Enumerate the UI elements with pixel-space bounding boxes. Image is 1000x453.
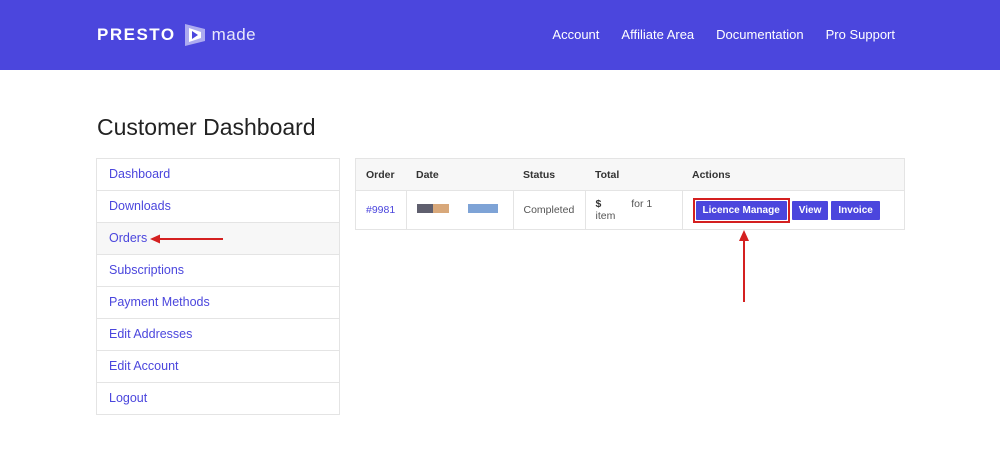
order-number-link[interactable]: #9981 [366,204,395,216]
annotation-arrow-left-icon [150,234,223,244]
nav-account[interactable]: Account [552,27,599,42]
licence-manage-button[interactable]: Licence Manage [695,200,787,220]
sidebar-item-downloads[interactable]: Downloads [97,191,339,223]
orders-table: Order Date Status Total Actions #9981 Co… [355,158,905,230]
sidebar-item-subscriptions[interactable]: Subscriptions [97,255,339,287]
presto-made-logo[interactable]: PRESTO made [97,22,256,48]
nav-pro-support[interactable]: Pro Support [826,27,895,42]
logo-play-icon [184,23,206,47]
order-number-cell: #9981 [355,190,406,230]
sidebar-item-edit-account[interactable]: Edit Account [97,351,339,383]
sidebar-item-dashboard[interactable]: Dashboard [97,159,339,191]
redacted-date [416,202,499,214]
logo-text-presto: PRESTO [97,25,176,44]
nav-documentation[interactable]: Documentation [716,27,803,42]
page-title: Customer Dashboard [97,114,316,140]
order-status-cell: Completed [512,190,585,230]
order-total-cell: $ for 1 item [584,190,682,230]
col-actions: Actions [682,158,905,191]
order-total-currency: $ [595,198,602,210]
col-date: Date [406,158,513,191]
site-header: PRESTO made Account Affiliate Area Docum… [0,0,1000,70]
order-date-cell [405,190,513,230]
col-order: Order [355,158,406,191]
col-status: Status [513,158,585,191]
nav-affiliate-area[interactable]: Affiliate Area [621,27,694,42]
logo-text-made: made [211,25,257,44]
highlight-box: Licence Manage [692,197,790,223]
annotation-arrow-up-icon [739,230,749,302]
sidebar-item-edit-addresses[interactable]: Edit Addresses [97,319,339,351]
main-nav: Account Affiliate Area Documentation Pro… [552,27,895,42]
table-row: #9981 Completed $ for 1 item Licence Man… [355,190,905,230]
order-actions-cell: Licence Manage View Invoice [681,190,905,230]
account-navigation: Dashboard Downloads Orders Subscriptions… [96,158,340,415]
order-total-items: for 1 item [595,198,653,222]
sidebar-item-logout[interactable]: Logout [97,383,339,414]
orders-table-header: Order Date Status Total Actions [355,158,905,191]
invoice-button[interactable]: Invoice [831,200,880,220]
sidebar-item-payment-methods[interactable]: Payment Methods [97,287,339,319]
view-button[interactable]: View [791,200,829,220]
col-total: Total [585,158,682,191]
